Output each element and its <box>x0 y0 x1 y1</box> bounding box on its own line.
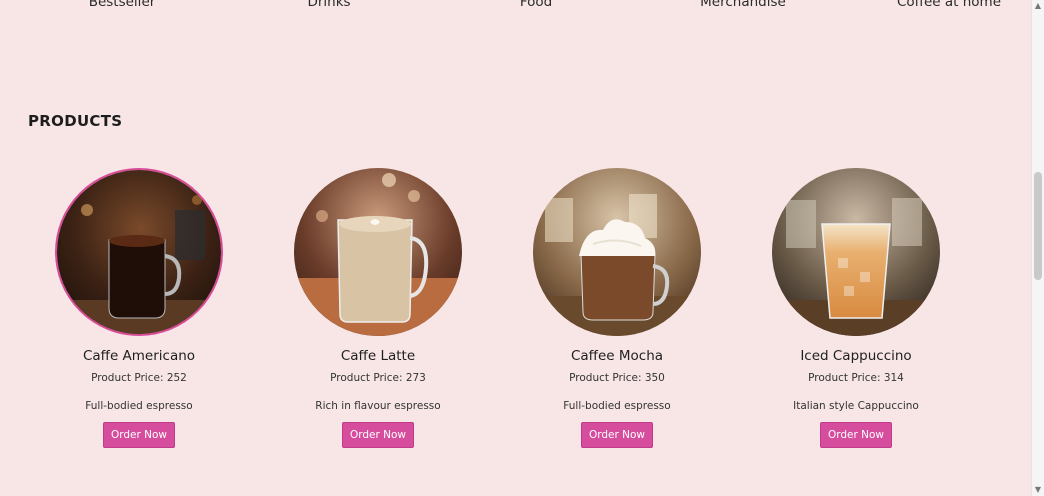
order-now-button[interactable]: Order Now <box>820 422 892 448</box>
product-card-mocha: Caffee Mocha Product Price: 350 Full-bod… <box>517 168 717 448</box>
scrollbar-thumb[interactable] <box>1034 172 1042 280</box>
scroll-down-arrow-icon[interactable]: ▼ <box>1034 486 1042 494</box>
products-heading: PRODUCTS <box>28 112 123 130</box>
americano-mug-image[interactable] <box>55 168 223 336</box>
mocha-whipped-cream-image[interactable] <box>533 168 701 336</box>
product-card-latte: Caffe Latte Product Price: 273 Rich in f… <box>278 168 478 448</box>
product-name: Iced Cappuccino <box>800 348 912 364</box>
page-scrollbar[interactable]: ▲ ▼ <box>1031 0 1044 496</box>
product-price: Product Price: 273 <box>330 372 426 384</box>
product-name: Caffe Americano <box>82 348 196 364</box>
product-description: Full-bodied espresso <box>85 400 193 412</box>
latte-glass-image[interactable] <box>294 168 462 336</box>
product-description: Full-bodied espresso <box>563 400 671 412</box>
product-name: Caffe Latte <box>340 348 416 364</box>
product-card-iced-cappuccino: Iced Cappuccino Product Price: 314 Itali… <box>756 168 956 448</box>
category-nav: Bestseller Drinks Food Merchandise Coffe… <box>0 0 1030 16</box>
order-now-button[interactable]: Order Now <box>103 422 175 448</box>
product-price: Product Price: 350 <box>569 372 665 384</box>
nav-item-merchandise[interactable]: Merchandise <box>700 0 786 10</box>
scroll-up-arrow-icon[interactable]: ▲ <box>1034 2 1042 10</box>
order-now-button[interactable]: Order Now <box>581 422 653 448</box>
order-now-button[interactable]: Order Now <box>342 422 414 448</box>
product-description: Italian style Cappuccino <box>793 400 919 412</box>
product-description: Rich in flavour espresso <box>315 400 441 412</box>
product-price: Product Price: 314 <box>808 372 904 384</box>
product-price: Product Price: 252 <box>91 372 187 384</box>
nav-item-food[interactable]: Food <box>520 0 552 10</box>
nav-item-drinks[interactable]: Drinks <box>307 0 350 10</box>
product-name: Caffee Mocha <box>570 348 664 364</box>
product-card-americano: Caffe Americano Product Price: 252 Full-… <box>39 168 239 448</box>
iced-cappuccino-image[interactable] <box>772 168 940 336</box>
nav-item-coffee-at-home[interactable]: Coffee at home <box>897 0 1001 10</box>
nav-item-bestseller[interactable]: Bestseller <box>89 0 156 10</box>
product-grid: Caffe Americano Product Price: 252 Full-… <box>0 168 1030 468</box>
